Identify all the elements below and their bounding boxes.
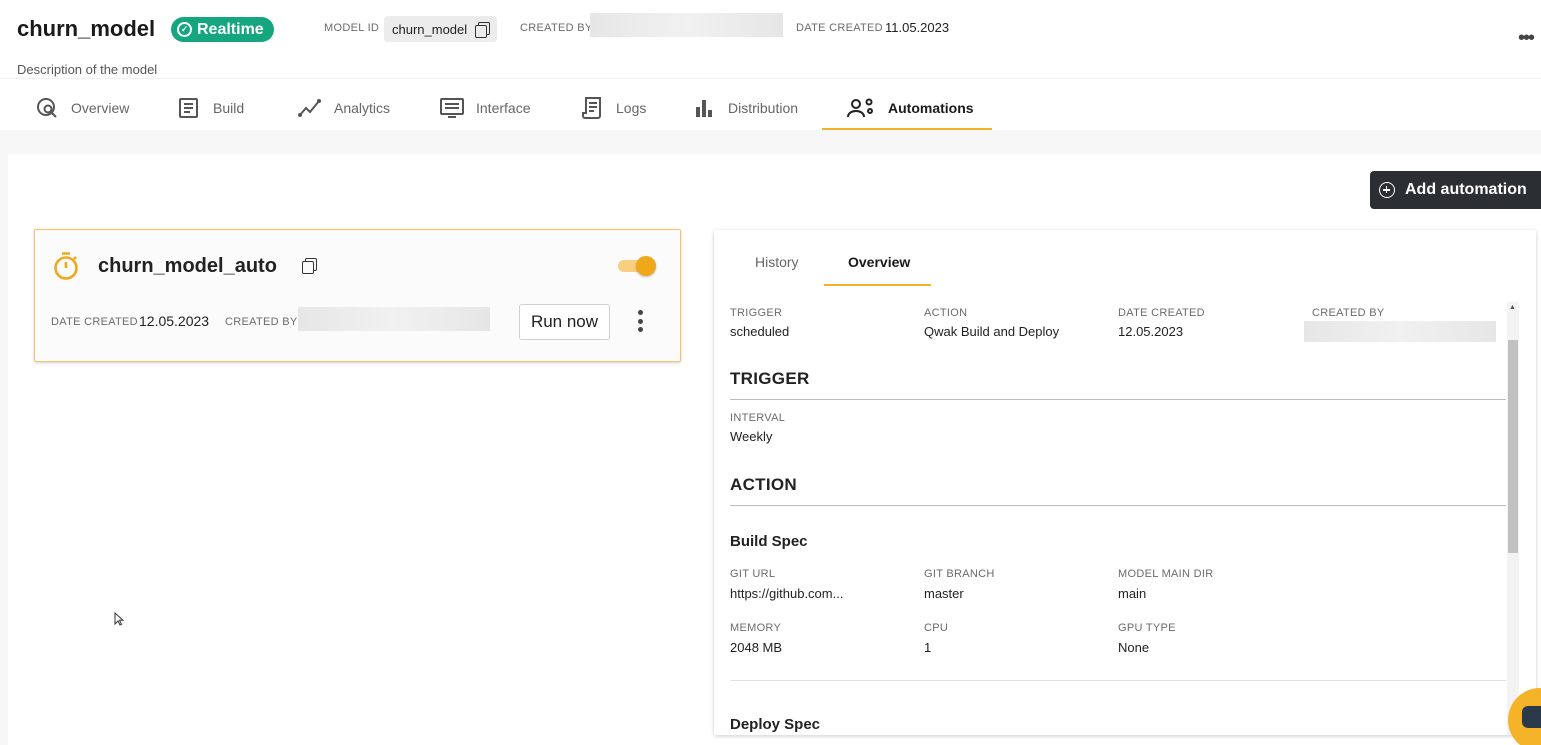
trigger-section-title: TRIGGER — [730, 369, 810, 388]
tab-label: Analytics — [334, 100, 391, 116]
copy-icon[interactable] — [302, 258, 317, 274]
analytics-chart-icon — [298, 99, 321, 117]
card-date-created-value: 12.05.2023 — [139, 313, 210, 329]
interval-value: Weekly — [730, 429, 773, 444]
date-created-label: DATE CREATED — [796, 22, 883, 34]
active-tab-indicator — [822, 128, 992, 130]
trigger-divider — [730, 399, 1506, 400]
card-created-by-redacted — [298, 307, 490, 331]
build-document-icon — [179, 98, 198, 118]
memory-value: 2048 MB — [730, 640, 783, 655]
mouse-cursor-icon — [114, 612, 124, 626]
tab-overview[interactable]: Overview — [35, 86, 129, 130]
interval-label: INTERVAL — [730, 412, 786, 424]
card-date-created-label: DATE CREATED — [51, 316, 138, 328]
tab-interface[interactable]: Interface — [440, 86, 530, 130]
model-main-dir-label: MODEL MAIN DIR — [1118, 568, 1214, 580]
model-id-chip: churn_model — [384, 16, 498, 42]
date-created-value: 11.05.2023 — [885, 20, 950, 35]
chat-icon — [1522, 706, 1541, 728]
scrollbar-thumb[interactable] — [1508, 340, 1518, 553]
summary-trigger-label: TRIGGER — [730, 307, 783, 319]
tab-logs[interactable]: Logs — [580, 86, 646, 130]
model-id-label: MODEL ID — [324, 22, 380, 34]
tab-label: Build — [213, 100, 245, 116]
memory-label: MEMORY — [730, 622, 782, 634]
action-divider — [730, 505, 1506, 506]
model-main-dir-value: main — [1118, 586, 1147, 601]
tab-build[interactable]: Build — [177, 86, 244, 130]
summary-created-by-redacted — [1304, 321, 1496, 342]
card-created-by-label: CREATED BY — [225, 316, 298, 328]
add-automation-button[interactable]: Add automation — [1370, 171, 1541, 209]
overview-search-icon — [37, 98, 57, 118]
toggle-knob — [636, 256, 656, 276]
copy-icon[interactable] — [475, 21, 491, 38]
cpu-value: 1 — [924, 640, 932, 655]
action-section-title: ACTION — [730, 475, 797, 494]
card-more-options-icon[interactable] — [638, 310, 644, 334]
git-url-label: GIT URL — [730, 568, 776, 580]
deploy-spec-title: Deploy Spec — [730, 716, 821, 733]
summary-date-label: DATE CREATED — [1118, 307, 1205, 319]
model-title: churn_model — [17, 16, 156, 41]
interface-monitor-icon — [440, 98, 464, 118]
automation-card[interactable]: churn_model_auto DATE CREATED 12.05.2023… — [34, 229, 681, 362]
tab-label: Automations — [888, 100, 974, 116]
git-url-value: https://github.com... — [730, 586, 844, 601]
created-by-label: CREATED BY — [520, 22, 593, 34]
plus-circle-icon — [1379, 182, 1395, 198]
tab-details-overview[interactable]: Overview — [848, 254, 910, 270]
add-automation-label: Add automation — [1405, 181, 1527, 198]
tab-label: Overview — [71, 100, 130, 116]
tab-automations[interactable]: Automations — [846, 86, 974, 130]
check-circle-icon: ✓ — [177, 22, 192, 37]
cpu-label: CPU — [924, 622, 949, 634]
model-header: churn_model ✓ Realtime MODEL ID churn_mo… — [0, 0, 1541, 130]
build-spec-divider — [730, 680, 1506, 681]
model-description: Description of the model — [17, 62, 158, 77]
created-by-redacted — [590, 13, 783, 37]
automation-name: churn_model_auto — [98, 255, 277, 277]
tab-label: Interface — [476, 100, 531, 116]
summary-date-value: 12.05.2023 — [1118, 324, 1184, 339]
model-id-value: churn_model — [392, 21, 468, 37]
realtime-badge: ✓ Realtime — [171, 17, 274, 42]
gpu-type-value: None — [1118, 640, 1150, 655]
tab-label: Distribution — [728, 100, 799, 116]
stopwatch-icon — [54, 252, 78, 280]
summary-action-label: ACTION — [924, 307, 968, 319]
gpu-type-label: GPU TYPE — [1118, 622, 1176, 634]
tab-distribution[interactable]: Distribution — [692, 86, 798, 130]
automation-toggle[interactable] — [618, 256, 656, 276]
tab-label: Logs — [616, 100, 647, 116]
git-branch-label: GIT BRANCH — [924, 568, 995, 580]
more-options-icon[interactable]: ••• — [1518, 27, 1535, 50]
summary-action-value: Qwak Build and Deploy — [924, 324, 1060, 339]
scroll-up-icon[interactable]: ▲ — [1509, 304, 1516, 311]
logs-scroll-icon — [582, 97, 601, 119]
tab-analytics[interactable]: Analytics — [298, 86, 390, 130]
summary-created-by-label: CREATED BY — [1312, 307, 1385, 319]
tab-history[interactable]: History — [755, 254, 799, 270]
summary-trigger-value: scheduled — [730, 324, 790, 339]
run-now-button[interactable]: Run now — [519, 304, 610, 340]
git-branch-value: master — [924, 586, 964, 601]
distribution-bars-icon — [696, 100, 712, 117]
automation-details-panel: History Overview TRIGGER scheduled ACTIO… — [714, 230, 1536, 735]
automations-user-gear-icon — [847, 98, 873, 118]
header-divider — [0, 78, 1541, 79]
build-spec-title: Build Spec — [730, 533, 808, 550]
badge-label: Realtime — [197, 20, 264, 38]
details-tab-indicator — [824, 284, 931, 286]
